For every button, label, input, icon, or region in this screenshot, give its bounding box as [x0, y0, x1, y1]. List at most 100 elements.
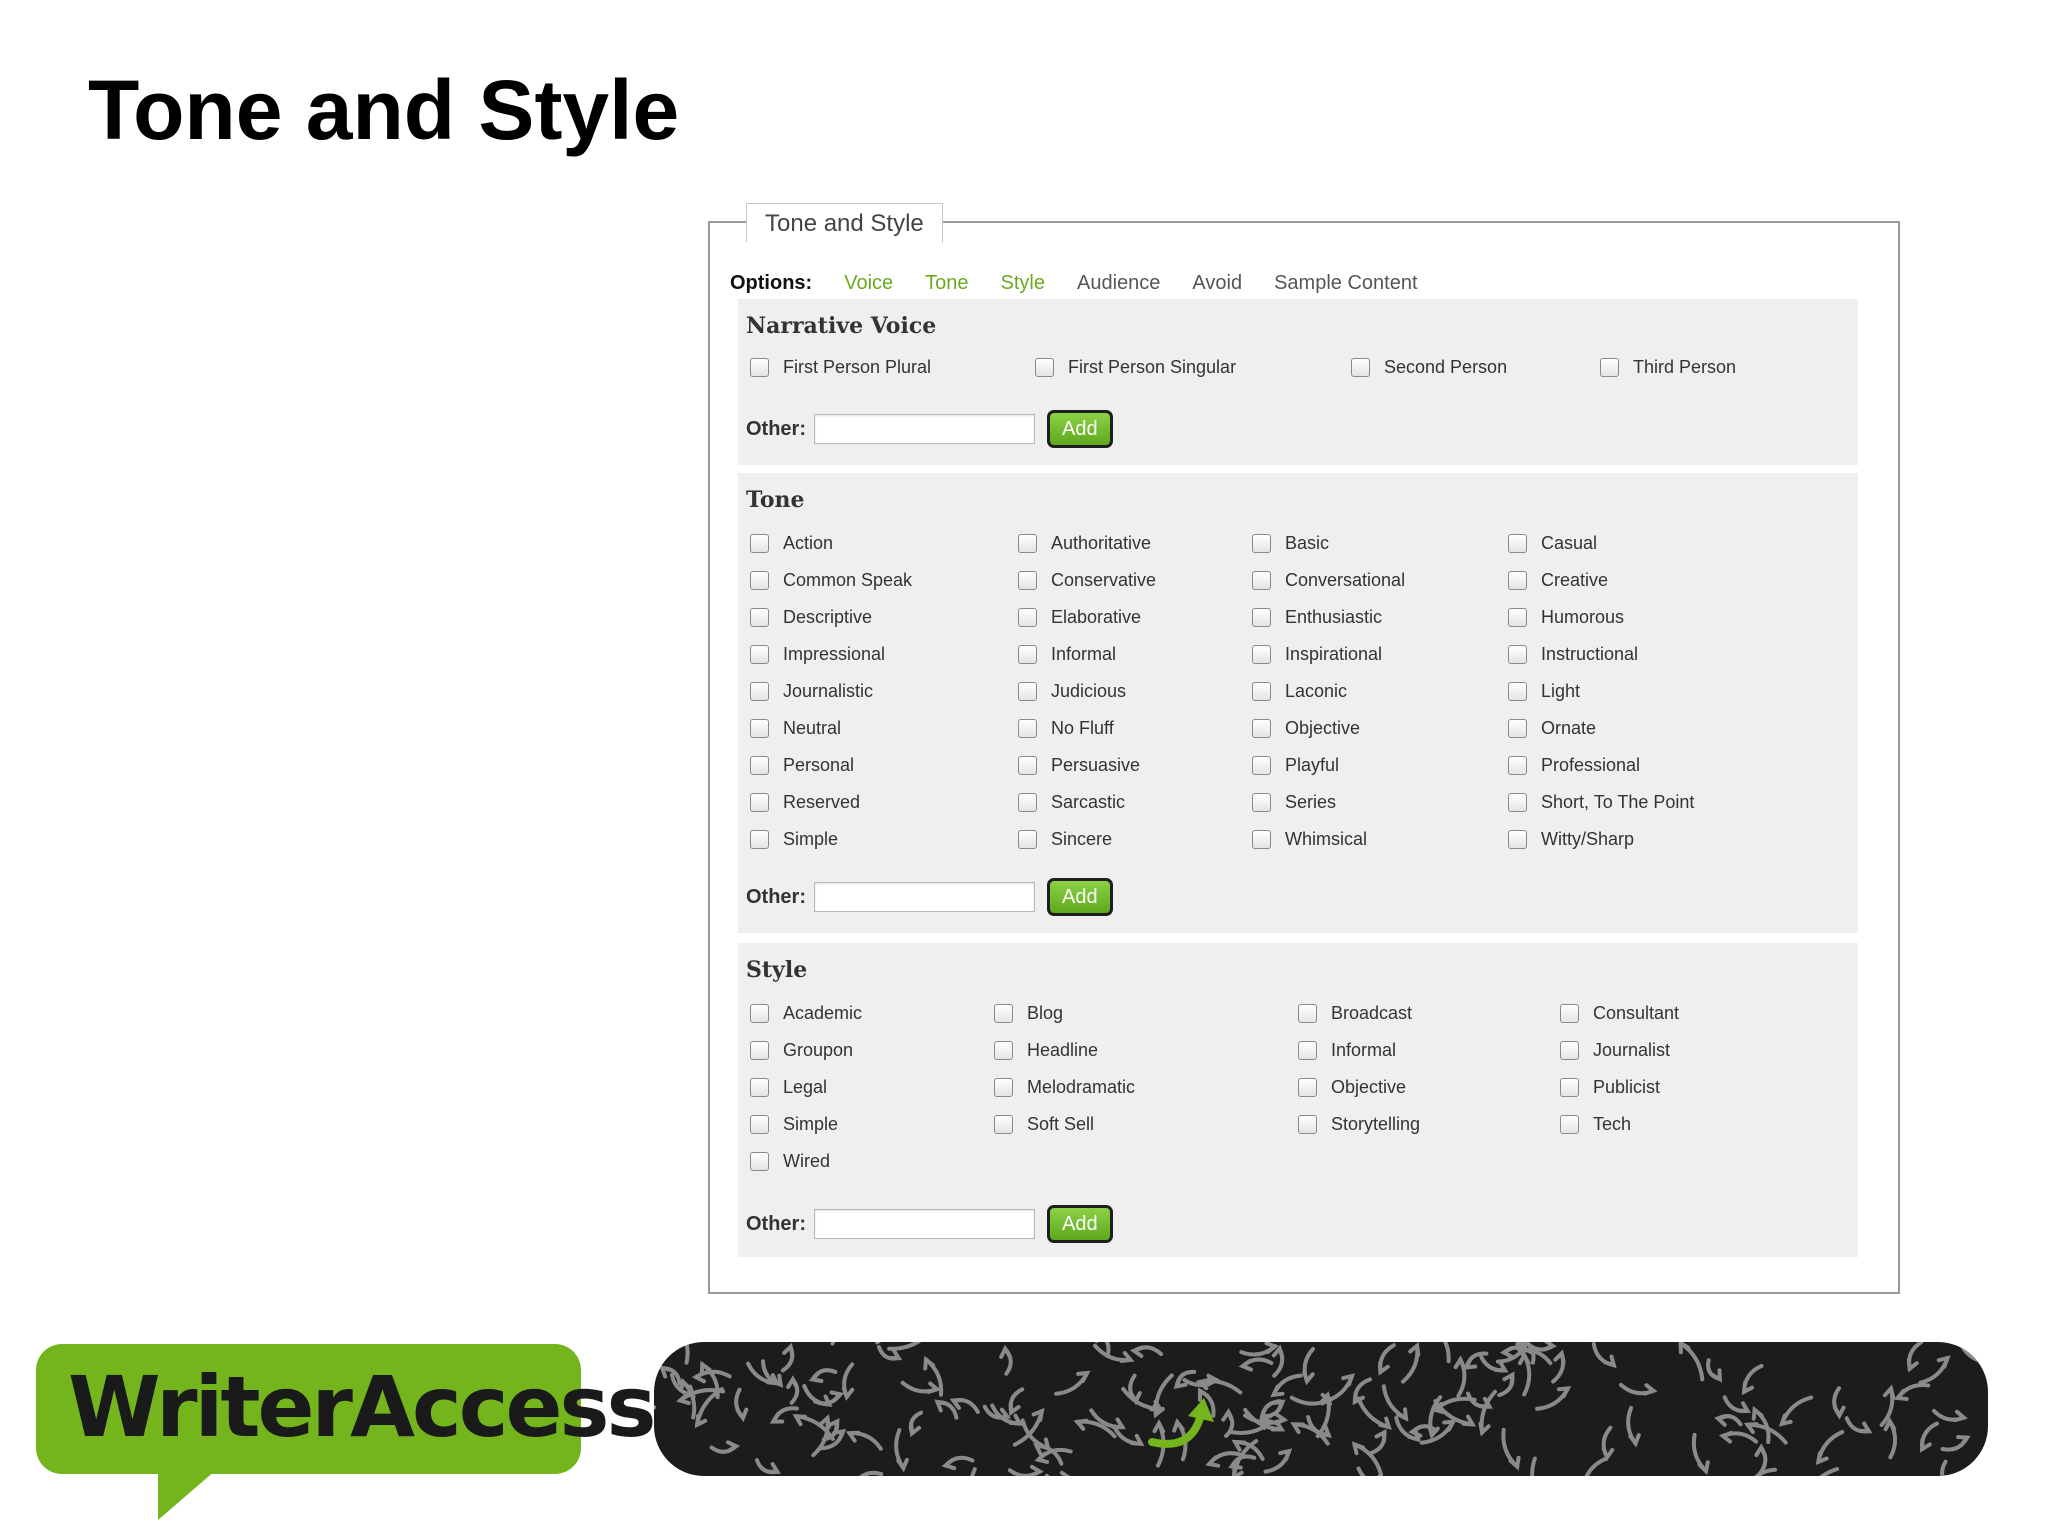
- tone-option-neutral[interactable]: Neutral: [750, 714, 841, 742]
- tone-option-casual[interactable]: Casual: [1508, 529, 1597, 557]
- narrative-voice-add-button[interactable]: Add: [1047, 410, 1113, 448]
- checkbox[interactable]: [1508, 681, 1527, 701]
- checkbox[interactable]: [750, 1077, 769, 1097]
- tone-option-series[interactable]: Series: [1252, 788, 1336, 816]
- tone-option-conservative[interactable]: Conservative: [1018, 566, 1156, 594]
- checkbox[interactable]: [1298, 1040, 1317, 1060]
- checkbox[interactable]: [1252, 718, 1271, 738]
- checkbox[interactable]: [994, 1114, 1013, 1134]
- checkbox[interactable]: [1252, 681, 1271, 701]
- tone-option-professional[interactable]: Professional: [1508, 751, 1640, 779]
- tone-option-personal[interactable]: Personal: [750, 751, 854, 779]
- tone-option-short-to-the-point[interactable]: Short, To The Point: [1508, 788, 1694, 816]
- checkbox[interactable]: [750, 644, 769, 664]
- style-option-storytelling[interactable]: Storytelling: [1298, 1110, 1420, 1138]
- tone-option-enthusiastic[interactable]: Enthusiastic: [1252, 603, 1382, 631]
- checkbox[interactable]: [750, 829, 769, 849]
- tone-option-playful[interactable]: Playful: [1252, 751, 1339, 779]
- checkbox[interactable]: [1508, 533, 1527, 553]
- tone-other-input[interactable]: [814, 882, 1035, 912]
- tone-option-persuasive[interactable]: Persuasive: [1018, 751, 1140, 779]
- style-other-input[interactable]: [814, 1209, 1035, 1239]
- checkbox[interactable]: [994, 1003, 1013, 1023]
- style-option-groupon[interactable]: Groupon: [750, 1036, 853, 1064]
- voice-option-first-person-plural[interactable]: First Person Plural: [750, 353, 931, 381]
- tone-option-ornate[interactable]: Ornate: [1508, 714, 1596, 742]
- checkbox[interactable]: [1252, 829, 1271, 849]
- tone-option-no-fluff[interactable]: No Fluff: [1018, 714, 1114, 742]
- tone-option-objective[interactable]: Objective: [1252, 714, 1360, 742]
- tone-option-informal[interactable]: Informal: [1018, 640, 1116, 668]
- checkbox[interactable]: [1298, 1114, 1317, 1134]
- option-tone[interactable]: Tone: [925, 272, 968, 295]
- checkbox[interactable]: [994, 1040, 1013, 1060]
- style-option-objective[interactable]: Objective: [1298, 1073, 1406, 1101]
- checkbox[interactable]: [1018, 533, 1037, 553]
- tone-option-common-speak[interactable]: Common Speak: [750, 566, 912, 594]
- checkbox[interactable]: [1252, 792, 1271, 812]
- option-voice[interactable]: Voice: [844, 272, 893, 295]
- checkbox[interactable]: [1508, 718, 1527, 738]
- style-option-broadcast[interactable]: Broadcast: [1298, 999, 1412, 1027]
- tone-option-humorous[interactable]: Humorous: [1508, 603, 1624, 631]
- checkbox[interactable]: [1018, 681, 1037, 701]
- checkbox[interactable]: [1252, 644, 1271, 664]
- tone-option-basic[interactable]: Basic: [1252, 529, 1329, 557]
- tone-option-reserved[interactable]: Reserved: [750, 788, 860, 816]
- checkbox[interactable]: [1508, 829, 1527, 849]
- tone-option-descriptive[interactable]: Descriptive: [750, 603, 872, 631]
- option-avoid[interactable]: Avoid: [1192, 272, 1242, 295]
- checkbox[interactable]: [1252, 755, 1271, 775]
- checkbox[interactable]: [750, 533, 769, 553]
- checkbox[interactable]: [1035, 357, 1054, 377]
- checkbox[interactable]: [1560, 1040, 1579, 1060]
- checkbox[interactable]: [1252, 533, 1271, 553]
- checkbox[interactable]: [750, 1114, 769, 1134]
- tone-option-inspirational[interactable]: Inspirational: [1252, 640, 1382, 668]
- style-add-button[interactable]: Add: [1047, 1205, 1113, 1243]
- checkbox[interactable]: [1298, 1077, 1317, 1097]
- tone-add-button[interactable]: Add: [1047, 878, 1113, 916]
- style-option-legal[interactable]: Legal: [750, 1073, 827, 1101]
- checkbox[interactable]: [1508, 570, 1527, 590]
- option-style[interactable]: Style: [1001, 272, 1045, 295]
- checkbox[interactable]: [1560, 1003, 1579, 1023]
- checkbox[interactable]: [1351, 357, 1370, 377]
- tone-option-light[interactable]: Light: [1508, 677, 1580, 705]
- style-option-simple[interactable]: Simple: [750, 1110, 838, 1138]
- checkbox[interactable]: [1508, 792, 1527, 812]
- option-audience[interactable]: Audience: [1077, 272, 1160, 295]
- checkbox[interactable]: [750, 570, 769, 590]
- style-option-soft-sell[interactable]: Soft Sell: [994, 1110, 1094, 1138]
- checkbox[interactable]: [1252, 570, 1271, 590]
- checkbox[interactable]: [750, 1040, 769, 1060]
- tone-option-witty-sharp[interactable]: Witty/Sharp: [1508, 825, 1634, 853]
- style-option-tech[interactable]: Tech: [1560, 1110, 1631, 1138]
- checkbox[interactable]: [750, 1151, 769, 1171]
- tone-option-conversational[interactable]: Conversational: [1252, 566, 1405, 594]
- checkbox[interactable]: [1018, 607, 1037, 627]
- checkbox[interactable]: [1252, 607, 1271, 627]
- checkbox[interactable]: [1018, 570, 1037, 590]
- checkbox[interactable]: [1018, 644, 1037, 664]
- checkbox[interactable]: [750, 792, 769, 812]
- option-sample-content[interactable]: Sample Content: [1274, 272, 1417, 295]
- tone-option-instructional[interactable]: Instructional: [1508, 640, 1638, 668]
- checkbox[interactable]: [750, 1003, 769, 1023]
- checkbox[interactable]: [1298, 1003, 1317, 1023]
- checkbox[interactable]: [994, 1077, 1013, 1097]
- style-option-wired[interactable]: Wired: [750, 1147, 830, 1175]
- tone-option-journalistic[interactable]: Journalistic: [750, 677, 873, 705]
- checkbox[interactable]: [1018, 718, 1037, 738]
- checkbox[interactable]: [1508, 607, 1527, 627]
- checkbox[interactable]: [1018, 755, 1037, 775]
- checkbox[interactable]: [750, 357, 769, 377]
- voice-option-second-person[interactable]: Second Person: [1351, 353, 1507, 381]
- style-option-informal[interactable]: Informal: [1298, 1036, 1396, 1064]
- tone-option-sarcastic[interactable]: Sarcastic: [1018, 788, 1125, 816]
- tone-option-laconic[interactable]: Laconic: [1252, 677, 1347, 705]
- checkbox[interactable]: [1508, 644, 1527, 664]
- tone-option-action[interactable]: Action: [750, 529, 833, 557]
- voice-option-third-person[interactable]: Third Person: [1600, 353, 1736, 381]
- checkbox[interactable]: [750, 681, 769, 701]
